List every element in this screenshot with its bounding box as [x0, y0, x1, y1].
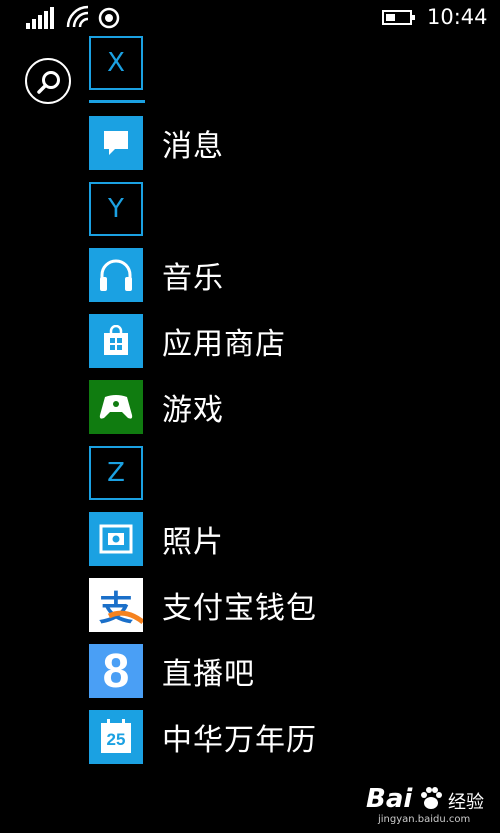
- search-button[interactable]: [25, 58, 71, 104]
- zhiboba-8-icon: 8: [89, 644, 143, 698]
- photo-icon: [89, 512, 143, 566]
- sync-icon: [98, 7, 120, 29]
- baidu-jingyan-watermark: Bai 经验 jingyan.baidu.com: [360, 782, 492, 828]
- app-item-store[interactable]: 应用商店: [89, 314, 489, 368]
- status-bar: 10:44: [0, 0, 500, 36]
- letter-label: Z: [107, 458, 125, 488]
- wifi-icon: [66, 5, 89, 28]
- zhiboba-glyph: 8: [102, 644, 130, 698]
- signal-icon: [26, 7, 54, 29]
- app-item-messages[interactable]: 消息: [89, 116, 489, 170]
- calendar-icon: 25: [89, 710, 143, 764]
- watermark-brand: Bai: [366, 784, 413, 814]
- app-label: 游戏: [162, 393, 224, 428]
- app-item-alipay[interactable]: 支 支付宝钱包: [89, 578, 489, 632]
- app-label: 音乐: [162, 261, 224, 296]
- app-item-music[interactable]: 音乐: [89, 248, 489, 302]
- app-label: 消息: [162, 129, 224, 164]
- letter-tile-x[interactable]: X: [89, 36, 143, 90]
- letter-label: X: [107, 48, 125, 78]
- app-label: 支付宝钱包: [162, 591, 317, 626]
- calendar-day: 25: [106, 730, 126, 749]
- status-time: 10:44: [427, 5, 488, 29]
- app-list: X 消息 Y 音乐 应用商店 游戏 Z 照片 支 支付宝钱包 8 直播吧 25 …: [89, 36, 489, 776]
- paw-icon: [421, 787, 442, 809]
- app-label: 直播吧: [162, 657, 255, 692]
- search-icon: [37, 71, 60, 94]
- letter-label: Y: [108, 194, 124, 224]
- watermark-url: jingyan.baidu.com: [378, 814, 471, 825]
- scroll-divider: [89, 100, 145, 103]
- alipay-icon: 支: [89, 578, 143, 632]
- app-item-photos[interactable]: 照片: [89, 512, 489, 566]
- app-label: 照片: [162, 525, 224, 560]
- letter-tile-y[interactable]: Y: [89, 182, 143, 236]
- headphones-icon: [89, 248, 143, 302]
- app-label: 应用商店: [162, 327, 286, 362]
- store-bag-icon: [89, 314, 143, 368]
- app-item-zhiboba[interactable]: 8 直播吧: [89, 644, 489, 698]
- chat-bubble-icon: [89, 116, 143, 170]
- app-item-games[interactable]: 游戏: [89, 380, 489, 434]
- app-item-calendar[interactable]: 25 中华万年历: [89, 710, 489, 764]
- battery-icon: [382, 10, 415, 25]
- app-label: 中华万年历: [162, 723, 317, 758]
- watermark-brand2: 经验: [448, 792, 484, 813]
- letter-tile-z[interactable]: Z: [89, 446, 143, 500]
- gamepad-icon: [89, 380, 143, 434]
